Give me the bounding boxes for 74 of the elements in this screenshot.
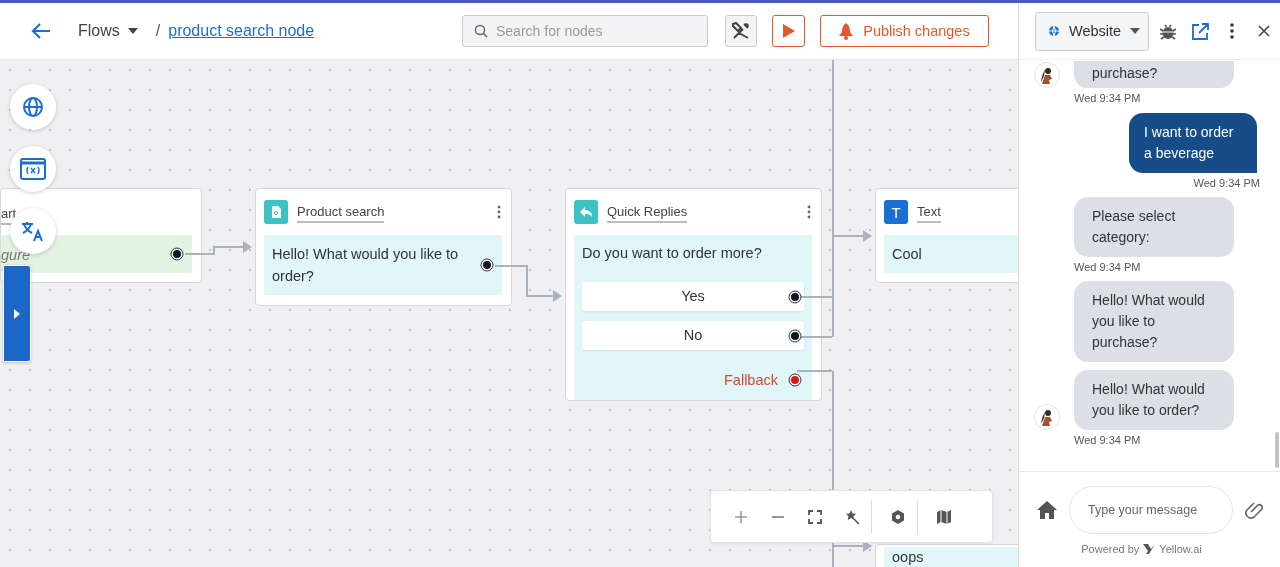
- close-icon[interactable]: [1258, 25, 1271, 37]
- search-field[interactable]: Search for nodes: [462, 15, 708, 47]
- expand-icon: [14, 308, 20, 319]
- powered-by-text: Powered by: [1081, 543, 1140, 555]
- more-icon[interactable]: [497, 205, 501, 219]
- globe-icon: [22, 96, 44, 118]
- fit-screen-icon[interactable]: [807, 508, 823, 525]
- message-input[interactable]: Type your message: [1069, 486, 1233, 534]
- map-icon[interactable]: [936, 508, 952, 525]
- chat-bubble: Hello! What would you like to order?: [1074, 370, 1234, 430]
- home-icon[interactable]: [1037, 501, 1057, 519]
- translate-icon: [21, 220, 45, 242]
- breadcrumb-link[interactable]: product search node: [168, 22, 315, 40]
- node-card[interactable]: Quick Replies Do you want to order more? Yes No Fallback: [565, 188, 822, 401]
- port-dot[interactable]: [788, 289, 802, 304]
- variable-icon: [20, 158, 46, 180]
- play-icon: [782, 24, 795, 38]
- reply-option[interactable]: Yes: [582, 282, 804, 311]
- connector-arrow: [184, 241, 252, 255]
- node-card[interactable]: Product search Hello! What would you like to order?: [255, 188, 512, 306]
- globe-button[interactable]: [10, 84, 56, 130]
- connector-arrow: [494, 265, 562, 302]
- run-button[interactable]: [772, 15, 805, 47]
- caret-icon: [1130, 28, 1141, 34]
- message-time: Wed 9:34 PM: [1073, 261, 1142, 273]
- fallback-label: Fallback: [724, 372, 778, 388]
- settings-icon[interactable]: [890, 508, 906, 525]
- more-icon[interactable]: [807, 205, 811, 219]
- channel-dropdown[interactable]: Website: [1035, 11, 1150, 51]
- node-message: Do you want to order more?: [581, 244, 763, 263]
- publish-button[interactable]: Publish changes: [820, 15, 989, 47]
- message-time: Wed 9:34 PM: [1192, 177, 1261, 189]
- node-placeholder: gure: [1, 246, 31, 263]
- tools-icon: [731, 21, 751, 41]
- magic-wand-icon[interactable]: [844, 508, 860, 525]
- chat-bubble: purchase?: [1074, 61, 1234, 88]
- tools-button[interactable]: [725, 15, 757, 47]
- paperclip-icon[interactable]: [1245, 500, 1263, 520]
- reply-option[interactable]: No: [582, 321, 804, 350]
- port-dot[interactable]: [170, 247, 184, 261]
- globe-icon: [1048, 25, 1060, 37]
- message-time: Wed 9:34 PM: [1073, 434, 1142, 446]
- node-message: oops: [891, 548, 925, 567]
- port-dot[interactable]: [788, 328, 802, 343]
- expand-panel-button[interactable]: [3, 265, 31, 362]
- connector-arrow: [832, 540, 872, 552]
- node-message: Hello! What would you like to order?: [271, 245, 460, 286]
- node-title: Product search: [297, 204, 385, 223]
- port-dot[interactable]: [788, 373, 802, 387]
- brand-name: Yellow.ai: [1159, 543, 1202, 555]
- node-type-icon: T: [884, 200, 908, 224]
- variables-button[interactable]: [10, 146, 56, 192]
- bug-icon[interactable]: [1160, 22, 1177, 40]
- breadcrumb-separator: /: [155, 22, 161, 40]
- caret-icon: [127, 28, 138, 34]
- bell-icon: [839, 22, 854, 40]
- node-title: Text: [917, 204, 941, 223]
- chat-bubble: I want to order a beverage: [1129, 113, 1257, 173]
- external-link-icon[interactable]: [1191, 22, 1209, 40]
- chat-bubble: Please select category:: [1074, 197, 1234, 257]
- node-card[interactable]: T Text Cool: [875, 188, 1018, 283]
- brand-logo-icon: [1143, 544, 1156, 554]
- message-time: Wed 9:34 PM: [1073, 92, 1142, 104]
- more-icon[interactable]: [1230, 23, 1235, 39]
- scrollbar-icon: [1275, 432, 1279, 468]
- back-arrow-icon: [31, 23, 51, 39]
- breadcrumb-dropdown[interactable]: Flows: [78, 22, 138, 40]
- node-title: Quick Replies: [607, 204, 688, 223]
- search-icon: [474, 24, 488, 38]
- connector-arrow: [832, 230, 872, 242]
- node-card[interactable]: oops: [875, 544, 1018, 567]
- chat-bubble: Hello! What would you like to purchase?: [1074, 281, 1234, 362]
- node-message: Cool: [891, 245, 923, 264]
- port-dot[interactable]: [480, 258, 494, 272]
